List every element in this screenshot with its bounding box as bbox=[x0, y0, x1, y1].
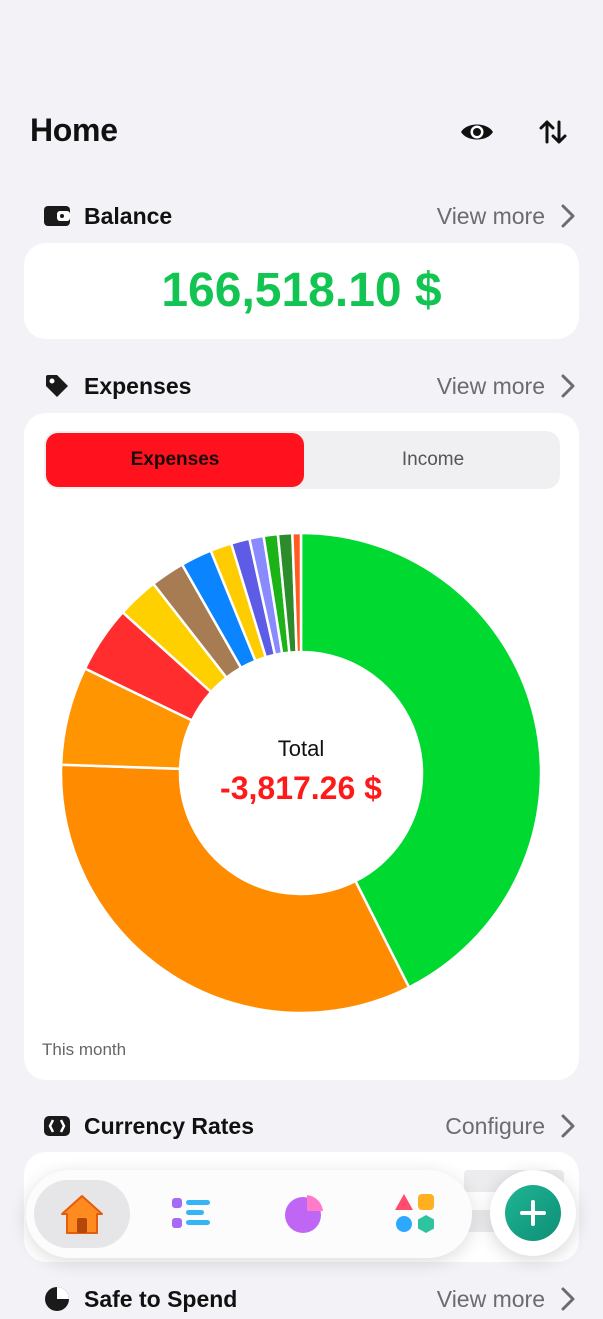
chevron-right-icon bbox=[561, 1114, 575, 1138]
plus-icon bbox=[505, 1185, 561, 1241]
tab-bar bbox=[26, 1170, 472, 1258]
categories-icon bbox=[395, 1194, 434, 1233]
balance-header: Balance View more bbox=[30, 196, 575, 236]
period-label: This month bbox=[42, 1040, 127, 1059]
balance-card[interactable]: 166,518.10 $ bbox=[24, 243, 579, 339]
currency-title: Currency Rates bbox=[84, 1112, 255, 1139]
tab-categories[interactable] bbox=[368, 1180, 464, 1248]
currency-header: Currency Rates Configure bbox=[30, 1106, 575, 1146]
tab-transactions[interactable] bbox=[144, 1180, 240, 1248]
safe-to-spend-view-more[interactable]: View more bbox=[437, 1286, 575, 1313]
view-more-label: View more bbox=[436, 202, 545, 229]
eye-icon[interactable] bbox=[459, 114, 495, 150]
chart-icon bbox=[285, 1195, 323, 1233]
expenses-header: Expenses View more bbox=[30, 366, 575, 406]
list-icon bbox=[172, 1198, 210, 1228]
tab-home[interactable] bbox=[34, 1180, 130, 1248]
balance-title: Balance bbox=[84, 202, 173, 229]
wallet-icon bbox=[44, 203, 70, 229]
tab-income[interactable]: Income bbox=[306, 433, 560, 487]
pie-icon bbox=[44, 1286, 70, 1312]
safe-to-spend-header: Safe to Spend View more bbox=[30, 1279, 575, 1319]
expense-income-toggle: Expenses Income bbox=[44, 431, 560, 489]
home-icon bbox=[61, 1195, 103, 1234]
total-label: Total bbox=[277, 736, 325, 761]
sort-icon[interactable] bbox=[535, 114, 571, 150]
currency-configure[interactable]: Configure bbox=[445, 1113, 575, 1140]
tag-icon bbox=[44, 373, 70, 399]
configure-label: Configure bbox=[445, 1112, 545, 1139]
total-value: -3,817.26 $ bbox=[220, 770, 382, 806]
expenses-view-more[interactable]: View more bbox=[437, 373, 575, 400]
chevron-right-icon bbox=[561, 374, 575, 398]
tab-expenses[interactable]: Expenses bbox=[46, 433, 304, 487]
view-more-label: View more bbox=[436, 372, 545, 399]
expenses-title: Expenses bbox=[84, 372, 192, 399]
add-transaction-button[interactable] bbox=[490, 1170, 576, 1256]
page-title: Home bbox=[30, 112, 118, 148]
currency-icon bbox=[44, 1113, 70, 1139]
balance-view-more[interactable]: View more bbox=[437, 203, 575, 230]
view-more-label: View more bbox=[436, 1285, 545, 1312]
chevron-right-icon bbox=[561, 1287, 575, 1311]
safe-to-spend-title: Safe to Spend bbox=[84, 1285, 238, 1312]
chevron-right-icon bbox=[561, 204, 575, 228]
balance-amount: 166,518.10 $ bbox=[161, 264, 442, 317]
tab-reports[interactable] bbox=[256, 1180, 352, 1248]
